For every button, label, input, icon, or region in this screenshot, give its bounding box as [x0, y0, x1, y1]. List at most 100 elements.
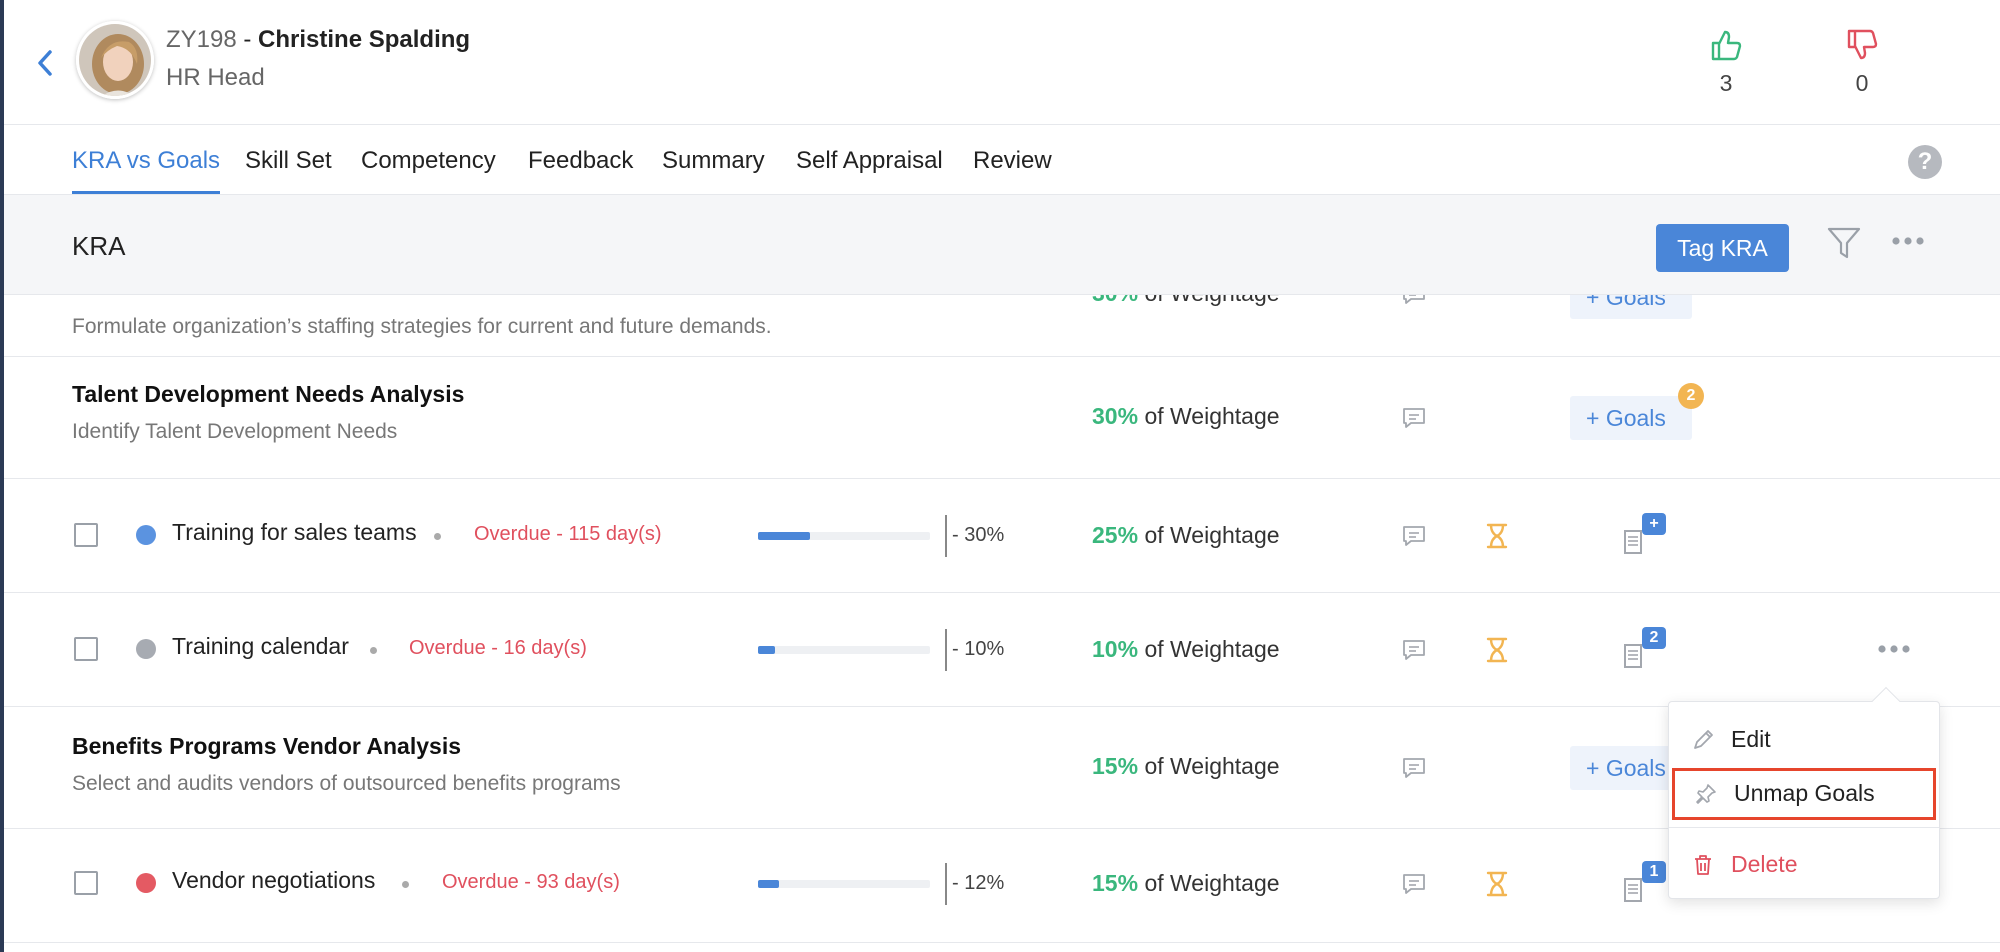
- comment-icon[interactable]: [1402, 295, 1426, 305]
- goal-progress-bar: [758, 880, 930, 888]
- menu-item-label: Unmap Goals: [1734, 780, 1875, 806]
- attachment-badge[interactable]: 1: [1642, 861, 1666, 883]
- weightage-percent: 30%: [1092, 295, 1138, 306]
- add-goals-button[interactable]: + Goals: [1570, 295, 1692, 319]
- goal-status-dot: [136, 639, 156, 659]
- overdue-label: Overdue - 16 day(s): [409, 637, 587, 659]
- tab-competency[interactable]: Competency: [361, 147, 496, 191]
- kra-name: Benefits Programs Vendor Analysis: [72, 733, 462, 759]
- kra-weightage: 30% of Weightage: [1092, 403, 1280, 430]
- kra-name: Talent Development Needs Analysis: [72, 381, 465, 407]
- hourglass-icon[interactable]: [1486, 871, 1508, 897]
- employee-separator: -: [236, 26, 259, 53]
- hourglass-icon[interactable]: [1486, 523, 1508, 549]
- kra-weightage: 30% of Weightage: [1092, 295, 1280, 307]
- more-options-icon[interactable]: [1890, 235, 1926, 247]
- avatar: [76, 21, 154, 99]
- goal-name[interactable]: Vendor negotiations: [172, 867, 375, 894]
- separator-dot: [370, 647, 377, 654]
- overdue-label: Overdue - 93 day(s): [442, 871, 620, 893]
- goal-checkbox[interactable]: [74, 637, 98, 661]
- weightage-suffix: of Weightage: [1144, 403, 1280, 429]
- thumbs-down-icon: [1847, 29, 1878, 60]
- goal-row: Training for sales teams Overdue - 115 d…: [4, 479, 2000, 593]
- thumbs-down-count: 0: [1855, 70, 1869, 96]
- employee-title: ZY198 - Christine Spalding: [166, 26, 470, 54]
- attachment-badge[interactable]: +: [1642, 513, 1666, 535]
- progress-dash: -: [952, 638, 965, 660]
- tab-review[interactable]: Review: [973, 147, 1052, 191]
- weightage-suffix: of Weightage: [1144, 522, 1280, 548]
- menu-item-delete[interactable]: Delete: [1669, 839, 1939, 891]
- goal-progress-bar: [758, 532, 930, 540]
- kra-row: Formulate organization’s staffing strate…: [4, 295, 2000, 357]
- progress-value: 10%: [964, 638, 1005, 660]
- goal-weightage: 25% of Weightage: [1092, 522, 1280, 549]
- employee-header: ZY198 - Christine Spalding HR Head 3 0: [4, 0, 2000, 125]
- weightage-suffix: of Weightage: [1144, 753, 1280, 779]
- attachment-badge[interactable]: 2: [1642, 627, 1666, 649]
- progress-dash: -: [952, 872, 965, 894]
- tab-kra-vs-goals[interactable]: KRA vs Goals: [72, 147, 221, 194]
- menu-item-label: Edit: [1731, 726, 1771, 752]
- goals-count-badge: 2: [1678, 383, 1704, 409]
- thumbs-up-icon: [1711, 30, 1742, 61]
- separator-dot: [402, 881, 409, 888]
- goal-name[interactable]: Training calendar: [172, 633, 349, 660]
- progress-divider: [945, 629, 947, 671]
- goal-status-dot: [136, 525, 156, 545]
- tag-kra-button[interactable]: Tag KRA: [1656, 224, 1789, 272]
- kra-row: Talent Development Needs Analysis Identi…: [4, 357, 2000, 479]
- menu-divider: [1669, 827, 1939, 828]
- tab-bar: KRA vs Goals Skill Set Competency Feedba…: [4, 125, 2000, 195]
- goal-checkbox[interactable]: [74, 523, 98, 547]
- help-icon[interactable]: ?: [1908, 145, 1942, 179]
- back-arrow-icon[interactable]: [34, 48, 56, 78]
- weightage-percent: 15%: [1092, 870, 1139, 896]
- weightage-percent: 25%: [1092, 522, 1139, 548]
- comment-icon[interactable]: [1402, 757, 1426, 779]
- kra-description: Select and audits vendors of outsourced …: [72, 772, 621, 795]
- progress-dash: -: [952, 524, 965, 546]
- add-goals-button[interactable]: + Goals: [1570, 396, 1692, 440]
- menu-item-edit[interactable]: Edit: [1669, 714, 1939, 766]
- menu-item-label: Delete: [1731, 851, 1798, 877]
- tab-self-appraisal[interactable]: Self Appraisal: [796, 147, 943, 191]
- row-more-options-icon[interactable]: [1876, 643, 1912, 655]
- tab-summary[interactable]: Summary: [662, 147, 765, 191]
- progress-percent: - 10%: [952, 638, 1004, 661]
- kra-description: Identify Talent Development Needs: [72, 420, 398, 443]
- goal-progress-fill: [758, 646, 776, 654]
- kra-weightage: 15% of Weightage: [1092, 753, 1280, 780]
- weightage-percent: 15%: [1092, 753, 1139, 779]
- goal-status-dot: [136, 873, 156, 893]
- thumbs-down-vote[interactable]: 0: [1832, 28, 1892, 97]
- comment-icon[interactable]: [1402, 407, 1426, 429]
- comment-icon[interactable]: [1402, 873, 1426, 895]
- employee-role: HR Head: [166, 64, 265, 91]
- goal-weightage: 10% of Weightage: [1092, 636, 1280, 663]
- goal-context-menu: Edit Unmap Goals Delete: [1668, 701, 1940, 899]
- goal-name[interactable]: Training for sales teams: [172, 519, 417, 546]
- thumbs-up-vote[interactable]: 3: [1696, 28, 1756, 97]
- hourglass-icon[interactable]: [1486, 637, 1508, 663]
- pencil-icon: [1694, 730, 1713, 749]
- comment-icon[interactable]: [1402, 639, 1426, 661]
- kra-description: Formulate organization’s staffing strate…: [72, 315, 772, 338]
- menu-item-unmap-goals[interactable]: Unmap Goals: [1672, 768, 1936, 820]
- weightage-percent: 10%: [1092, 636, 1139, 662]
- comment-icon[interactable]: [1402, 525, 1426, 547]
- weightage-suffix: of Weightage: [1144, 870, 1280, 896]
- employee-id: ZY198: [166, 26, 237, 53]
- tab-feedback[interactable]: Feedback: [528, 147, 633, 191]
- goal-row: Training calendar Overdue - 16 day(s) - …: [4, 593, 2000, 707]
- goal-checkbox[interactable]: [74, 871, 98, 895]
- goal-weightage: 15% of Weightage: [1092, 870, 1280, 897]
- kra-section-title: KRA: [72, 231, 126, 261]
- thumbs-up-count: 3: [1719, 70, 1733, 96]
- goal-progress-fill: [758, 880, 779, 888]
- progress-percent: - 12%: [952, 872, 1004, 895]
- pin-icon: [1696, 784, 1716, 804]
- filter-icon[interactable]: [1826, 225, 1862, 263]
- tab-skill-set[interactable]: Skill Set: [245, 147, 332, 191]
